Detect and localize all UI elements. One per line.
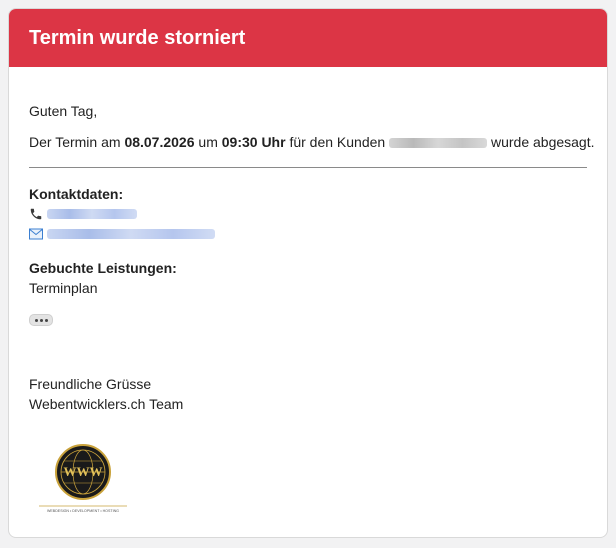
message-prefix: Der Termin am <box>29 134 125 150</box>
divider <box>29 167 587 168</box>
logo-tagline: WEBDESIGN • DEVELOPMENT • HOSTING <box>47 509 119 513</box>
greeting-text: Guten Tag, <box>29 103 98 119</box>
contact-title: Kontaktdaten: <box>29 186 124 202</box>
message-end: wurde abgesagt. <box>487 134 595 150</box>
message-suffix: für den Kunden <box>285 134 390 150</box>
message-middle: um <box>194 134 222 150</box>
show-trimmed-content-button[interactable] <box>29 314 53 326</box>
contact-email[interactable] <box>29 224 587 244</box>
cancellation-message: Der Termin am 08.07.2026 um 09:30 Uhr fü… <box>29 132 595 152</box>
contact-phone[interactable] <box>29 204 587 224</box>
appointment-time: 09:30 Uhr <box>221 134 286 150</box>
company-logo: WWW WEBDESIGN • DEVELOPMENT • HOSTING <box>33 434 133 519</box>
closing-line-2: Webentwicklers.ch Team <box>29 396 184 412</box>
logo-monogram: WWW <box>64 464 103 479</box>
email-card: Termin wurde storniert Guten Tag, Der Te… <box>8 8 608 538</box>
customer-name-redacted <box>389 138 488 149</box>
email-body: Guten Tag, Der Termin am 08.07.2026 um 0… <box>9 101 607 519</box>
closing: Freundliche Grüsse Webentwicklers.ch Tea… <box>29 374 587 414</box>
email-address-redacted[interactable] <box>47 229 215 239</box>
dot-icon <box>39 318 43 322</box>
dot-icon <box>44 318 48 322</box>
email-title: Termin wurde storniert <box>29 26 246 49</box>
email-icon <box>29 228 45 240</box>
appointment-date: 08.07.2026 <box>124 134 195 150</box>
dot-icon <box>34 318 38 322</box>
phone-icon <box>29 207 45 221</box>
closing-line-1: Freundliche Grüsse <box>29 376 152 392</box>
phone-number-redacted[interactable] <box>47 209 137 219</box>
globe-logo-icon: WWW WEBDESIGN • DEVELOPMENT • HOSTING <box>39 444 127 513</box>
services-title: Gebuchte Leistungen: <box>29 260 177 276</box>
service-item: Terminplan <box>29 280 98 296</box>
email-header: Termin wurde storniert <box>9 9 607 67</box>
